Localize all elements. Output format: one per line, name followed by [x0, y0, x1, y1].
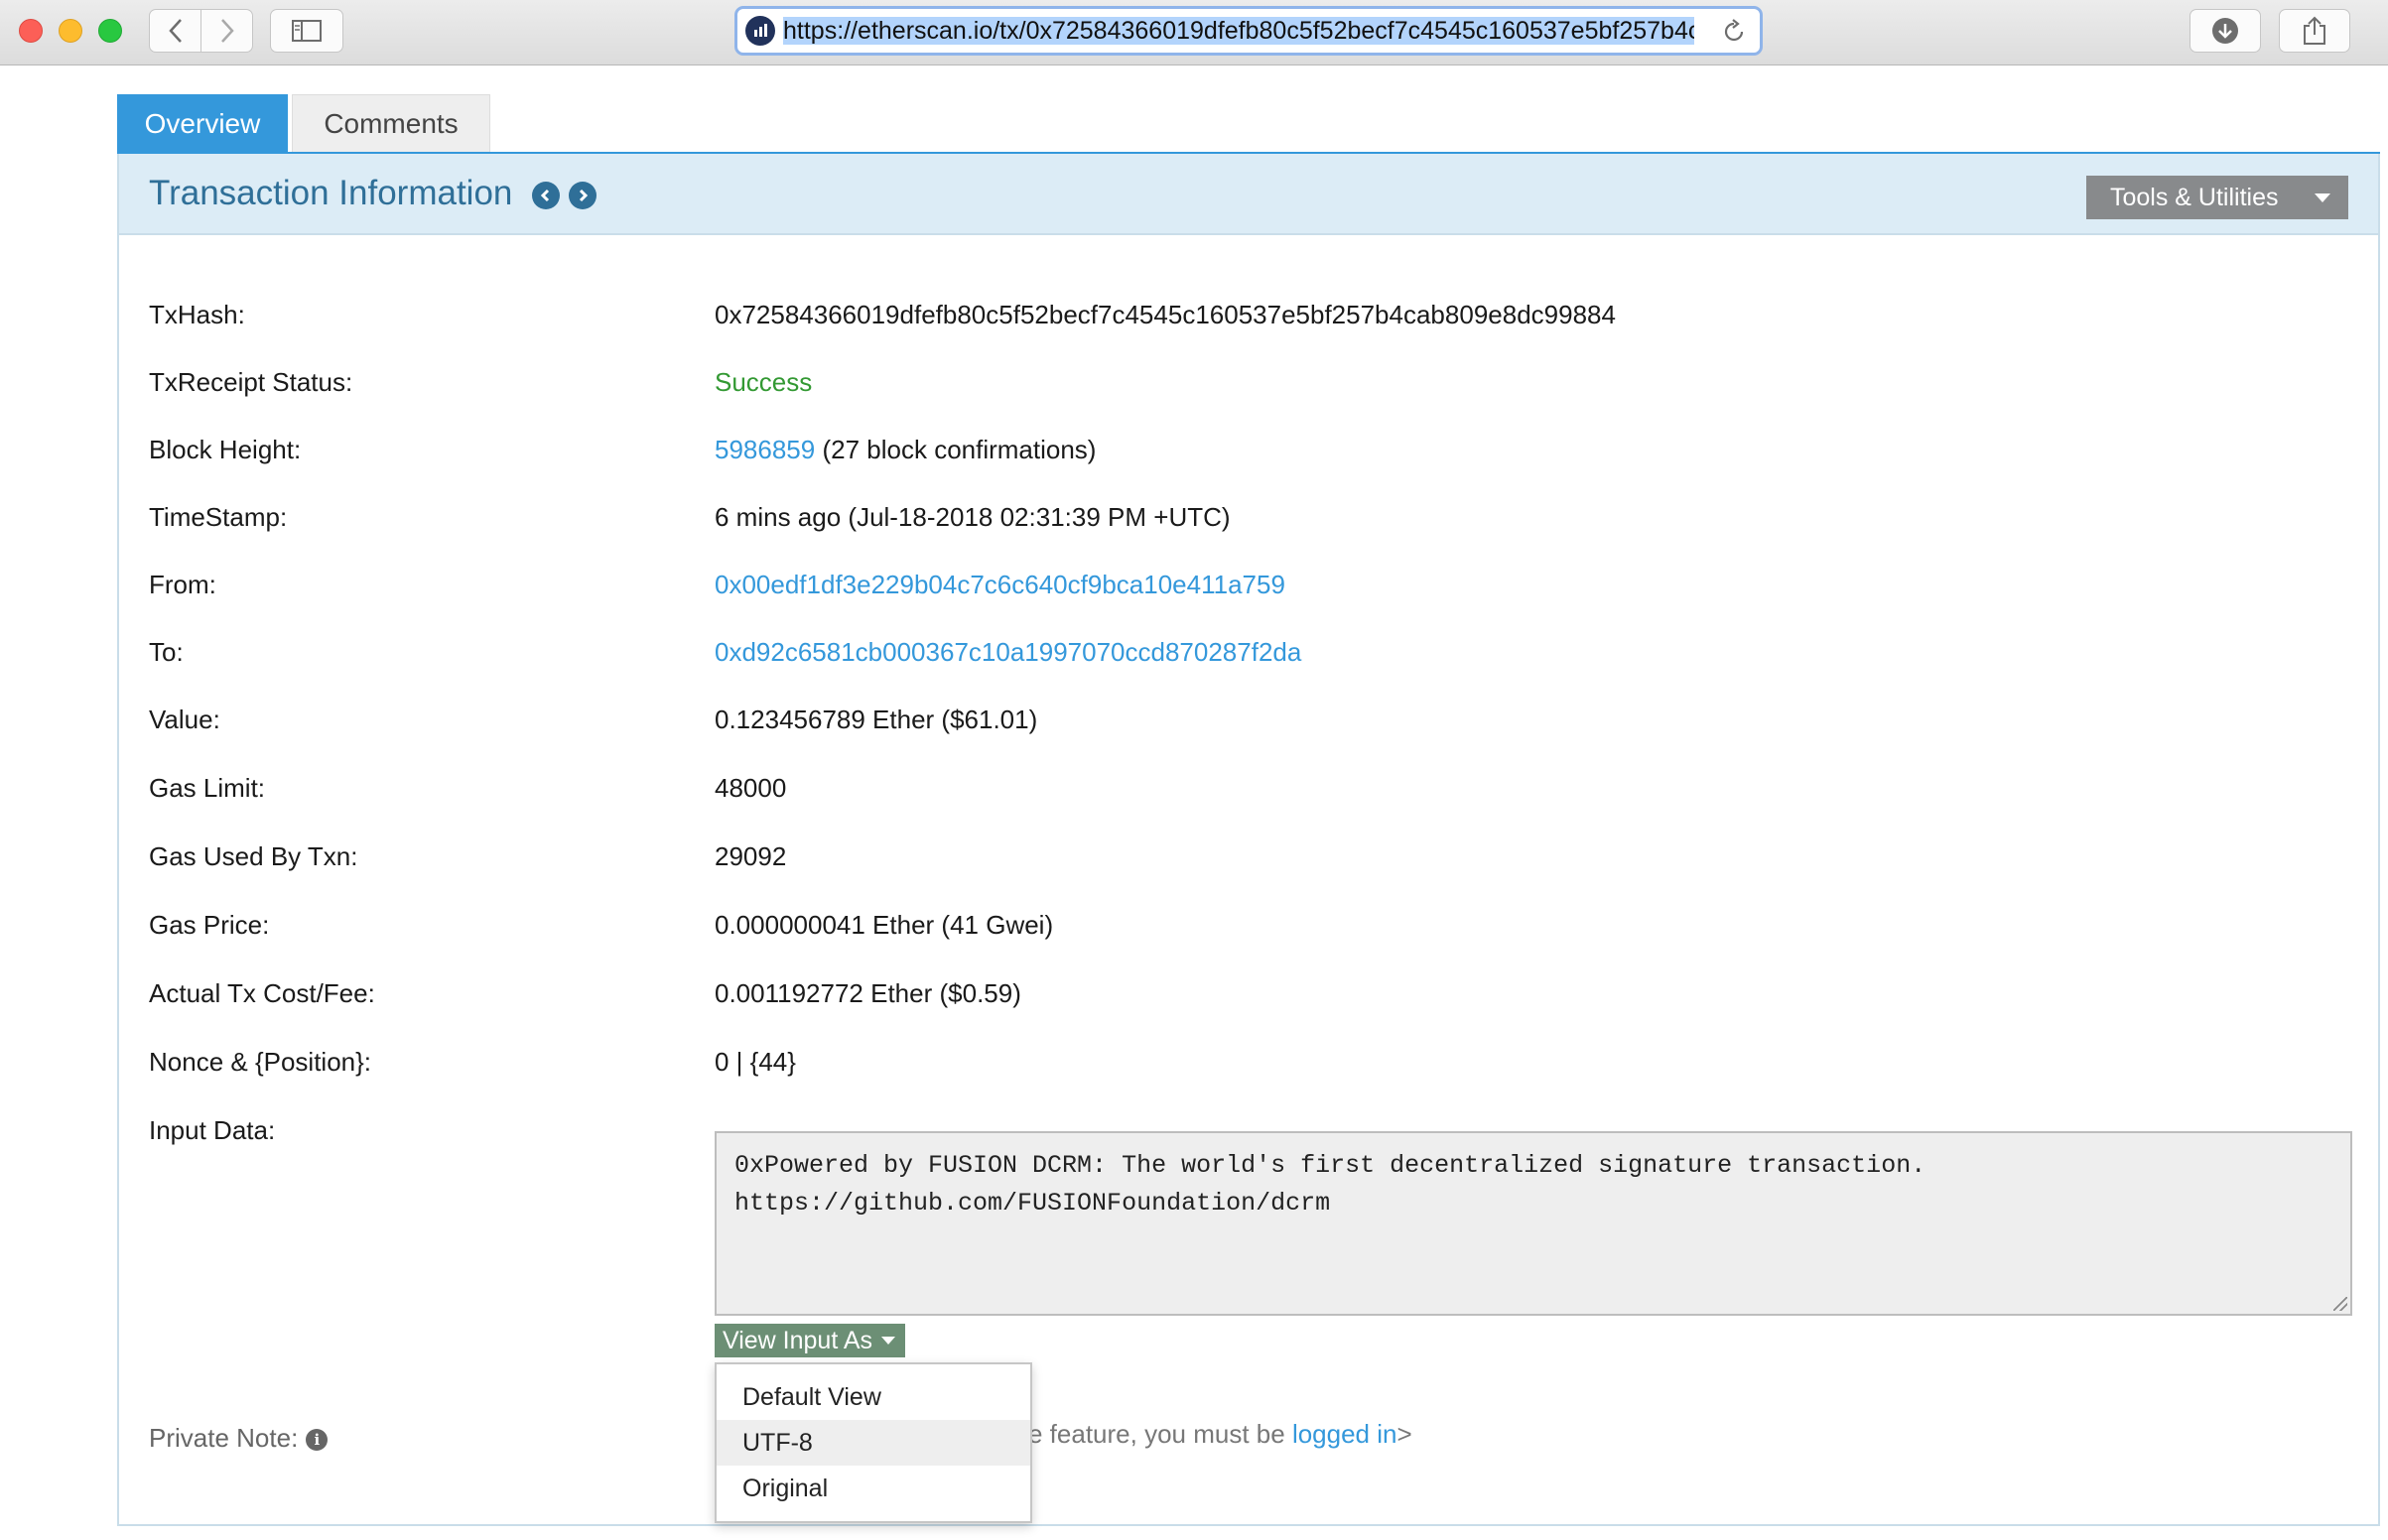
page-title: Transaction Information: [149, 174, 513, 212]
resize-handle[interactable]: [2333, 1297, 2347, 1311]
etherscan-favicon-icon: [745, 16, 775, 46]
share-icon: [2304, 16, 2325, 45]
chevron-right-circle-icon: [579, 189, 589, 202]
info-icon[interactable]: i: [306, 1429, 329, 1452]
block-height-value: 5986859 (27 block confirmations): [715, 435, 1096, 464]
timestamp-label: TimeStamp:: [149, 502, 288, 532]
tx-fee-label: Actual Tx Cost/Fee:: [149, 978, 375, 1008]
timestamp-value: 6 mins ago (Jul-18-2018 02:31:39 PM +UTC…: [715, 502, 1231, 532]
input-data-line-2: https://github.com/FUSIONFoundation/dcrm: [734, 1189, 1331, 1218]
view-input-as-button[interactable]: View Input As: [715, 1324, 905, 1357]
navigation-buttons: [149, 9, 253, 53]
input-data-line-1: 0xPowered by FUSION DCRM: The world's fi…: [734, 1151, 1926, 1180]
gas-limit-label: Gas Limit:: [149, 773, 266, 803]
gas-limit-value: 48000: [715, 773, 787, 803]
tab-overview[interactable]: Overview: [117, 94, 288, 154]
tools-utilities-label: Tools & Utilities: [2110, 183, 2279, 211]
share-button[interactable]: [2279, 9, 2350, 53]
caret-down-icon: [881, 1337, 895, 1345]
view-input-as-label: View Input As: [723, 1326, 873, 1354]
input-data-label: Input Data:: [149, 1115, 276, 1145]
view-input-as-menu: Default View UTF-8 Original: [715, 1362, 1032, 1523]
gas-price-label: Gas Price:: [149, 910, 270, 940]
download-icon: [2212, 18, 2238, 44]
private-note-message: e feature, you must be logged in>: [1028, 1419, 1412, 1450]
sidebar-toggle-button[interactable]: [270, 9, 343, 53]
input-data-textarea[interactable]: 0xPowered by FUSION DCRM: The world's fi…: [715, 1131, 2352, 1316]
next-transaction-button[interactable]: [569, 182, 597, 209]
chevron-left-circle-icon: [540, 189, 550, 202]
menu-item-default-view[interactable]: Default View: [717, 1374, 1030, 1420]
block-confirmations: (27 block confirmations): [822, 435, 1097, 464]
value-label: Value:: [149, 705, 220, 734]
gas-price-value: 0.000000041 Ether (41 Gwei): [715, 910, 1054, 940]
chevron-right-icon: [220, 19, 234, 43]
previous-transaction-button[interactable]: [532, 182, 560, 209]
panel-header: Transaction Information Tools & Utilitie…: [119, 154, 2378, 235]
page-tabs: Overview Comments: [117, 94, 490, 154]
block-height-label: Block Height:: [149, 435, 302, 464]
downloads-button[interactable]: [2189, 9, 2261, 53]
from-address-link[interactable]: 0x00edf1df3e229b04c7c6c640cf9bca10e411a7…: [715, 570, 1285, 599]
back-button[interactable]: [150, 10, 200, 52]
close-window-button[interactable]: [19, 19, 43, 43]
reload-icon: [1724, 19, 1744, 42]
nonce-label: Nonce & {Position}:: [149, 1047, 372, 1077]
block-number-link[interactable]: 5986859: [715, 435, 815, 464]
menu-item-original[interactable]: Original: [717, 1466, 1030, 1511]
private-note-message-text: e feature, you must be: [1028, 1419, 1292, 1449]
browser-toolbar: https://etherscan.io/tx/0x72584366019dfe…: [0, 0, 2388, 65]
to-address-link[interactable]: 0xd92c6581cb000367c10a1997070ccd870287f2…: [715, 637, 1301, 667]
logged-in-link[interactable]: logged in: [1292, 1419, 1397, 1449]
txhash-label: TxHash:: [149, 300, 245, 329]
sidebar-icon: [292, 20, 322, 42]
status-value: Success: [715, 367, 813, 397]
nonce-value: 0 | {44}: [715, 1047, 796, 1077]
address-bar[interactable]: https://etherscan.io/tx/0x72584366019dfe…: [734, 6, 1763, 56]
to-label: To:: [149, 637, 184, 667]
transaction-panel: Transaction Information Tools & Utilitie…: [117, 154, 2380, 1526]
txhash-value: 0x72584366019dfefb80c5f52becf7c4545c1605…: [715, 300, 1616, 329]
status-label: TxReceipt Status:: [149, 367, 353, 397]
private-note-label: Private Note: i: [149, 1423, 329, 1453]
url-text: https://etherscan.io/tx/0x72584366019dfe…: [783, 16, 1694, 46]
value-amount: 0.123456789 Ether ($61.01): [715, 705, 1038, 734]
tx-fee-value: 0.001192772 Ether ($0.59): [715, 978, 1021, 1008]
gas-used-value: 29092: [715, 841, 787, 871]
tools-utilities-button[interactable]: Tools & Utilities: [2086, 176, 2348, 219]
menu-item-utf8[interactable]: UTF-8: [717, 1420, 1030, 1466]
reload-button[interactable]: [1722, 18, 1746, 49]
chevron-left-icon: [168, 19, 182, 43]
minimize-window-button[interactable]: [59, 19, 82, 43]
zoom-window-button[interactable]: [98, 19, 122, 43]
forward-button[interactable]: [200, 10, 252, 52]
private-note-text: Private Note:: [149, 1423, 299, 1453]
private-note-tail: >: [1396, 1419, 1412, 1449]
gas-used-label: Gas Used By Txn:: [149, 841, 358, 871]
caret-down-icon: [2315, 193, 2330, 202]
tab-comments[interactable]: Comments: [292, 94, 490, 154]
from-label: From:: [149, 570, 216, 599]
